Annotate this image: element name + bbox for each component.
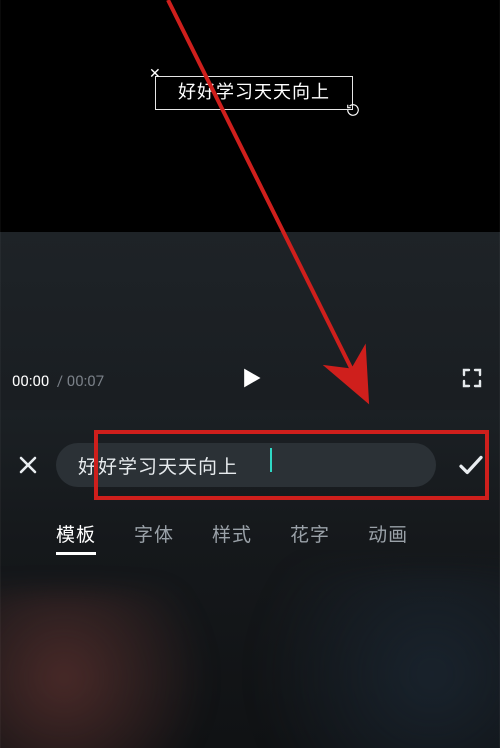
text-input[interactable] xyxy=(56,443,436,487)
text-style-tabs: 模板 字体 样式 花字 动画 xyxy=(0,510,500,556)
mid-panel xyxy=(0,232,500,427)
text-overlay-box[interactable]: 好好学习天天向上 ✕ xyxy=(155,76,353,110)
x-handle-icon[interactable]: ✕ xyxy=(149,67,162,81)
video-preview[interactable]: 好好学习天天向上 ✕ xyxy=(0,0,500,232)
close-button[interactable] xyxy=(0,438,56,492)
tab-fancy-text[interactable]: 花字 xyxy=(290,520,330,547)
tab-style[interactable]: 样式 xyxy=(212,520,252,547)
total-time: 00:07 xyxy=(67,372,104,390)
panel-background xyxy=(0,550,500,748)
time-separator: / xyxy=(57,372,63,390)
tab-font[interactable]: 字体 xyxy=(134,520,174,547)
play-button[interactable] xyxy=(236,364,264,392)
tab-animation[interactable]: 动画 xyxy=(368,520,408,547)
fullscreen-button[interactable] xyxy=(460,366,484,390)
overlay-text: 好好学习天天向上 xyxy=(178,82,330,103)
frame-edge xyxy=(0,0,1,748)
tab-template[interactable]: 模板 xyxy=(56,520,96,547)
current-time: 00:00 xyxy=(12,372,49,390)
time-display: 00:00 / 00:07 xyxy=(12,372,104,390)
rotate-handle-icon[interactable] xyxy=(346,103,360,117)
confirm-button[interactable] xyxy=(442,438,500,492)
text-input-row xyxy=(0,438,500,492)
